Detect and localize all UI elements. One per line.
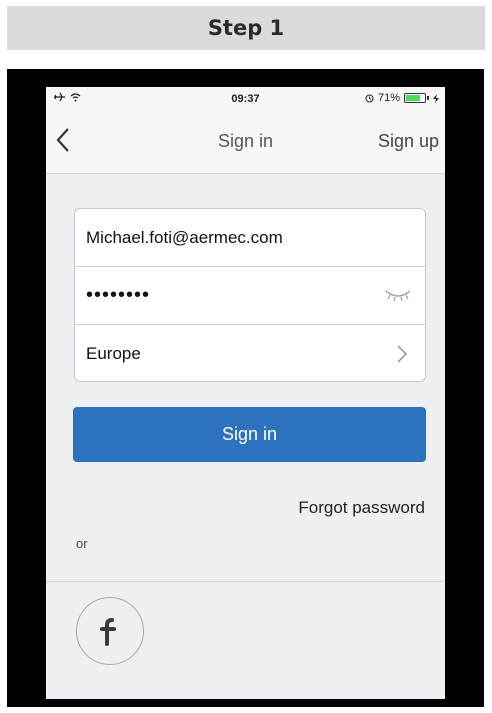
forgot-password-link[interactable]: Forgot password	[298, 498, 425, 518]
battery-percent: 71%	[377, 92, 400, 104]
battery-icon	[404, 93, 426, 103]
password-field[interactable]: ••••••••	[75, 284, 150, 307]
password-row: ••••••••	[75, 267, 425, 325]
charging-icon	[433, 93, 439, 103]
step-label: Step 1	[207, 16, 285, 40]
step-banner: Step 1	[7, 6, 485, 50]
alarm-icon	[365, 94, 374, 102]
email-field[interactable]	[75, 217, 376, 258]
app-screen: 09:37 71% Sign in Sign up ••••••••	[46, 87, 445, 699]
or-label: or	[76, 536, 88, 551]
login-form: •••••••• Europe	[74, 208, 426, 382]
eye-closed-icon[interactable]	[385, 289, 411, 303]
facebook-icon	[100, 618, 116, 646]
facebook-login-button[interactable]	[76, 597, 144, 665]
signup-link[interactable]: Sign up	[378, 131, 439, 152]
email-row	[75, 209, 425, 267]
chevron-right-icon	[397, 345, 407, 363]
region-value: Europe	[86, 343, 141, 363]
region-row[interactable]: Europe	[75, 325, 425, 381]
signin-button[interactable]: Sign in	[73, 407, 426, 462]
nav-bar: Sign in Sign up	[46, 111, 445, 174]
divider	[46, 581, 445, 582]
status-bar: 09:37 71%	[46, 87, 445, 111]
